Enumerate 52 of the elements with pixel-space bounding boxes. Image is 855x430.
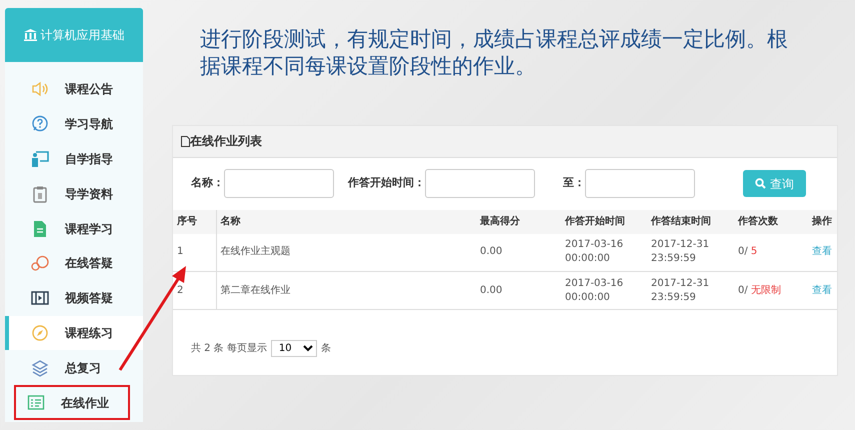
- column-header: 操作: [808, 210, 837, 234]
- page-size-select[interactable]: 10: [270, 340, 317, 358]
- table-cell: 在线作业主观题: [216, 234, 476, 272]
- compass-icon: [31, 324, 49, 342]
- checklist-icon: [27, 394, 45, 412]
- chalkboard-icon: [31, 150, 49, 168]
- sidebar-item[interactable]: 导学资料: [5, 176, 143, 212]
- slide-heading: 进行阶段测试，有规定时间，成绩占课程总评成绩一定比例。根据课程不同每课设置阶段性的作业。: [200, 26, 789, 80]
- question-bubble-icon: [31, 115, 49, 134]
- filter-label: 名称：: [191, 175, 224, 192]
- input-field[interactable]: [224, 169, 334, 198]
- course-title: 计算机应用基础: [40, 27, 124, 44]
- column-header: 最高得分: [476, 210, 561, 234]
- bank-icon: [24, 29, 36, 41]
- sidebar-item[interactable]: 自学指导: [5, 142, 143, 176]
- panel-title: 在线作业列表: [190, 133, 262, 150]
- sidebar-item[interactable]: 课程学习: [5, 211, 143, 246]
- pagination-unit: 条: [320, 342, 331, 356]
- search-icon: [755, 178, 766, 190]
- sidebar-item[interactable]: 总复习: [5, 350, 143, 386]
- sidebar-item[interactable]: 在线答疑: [5, 246, 143, 281]
- document-icon: [181, 136, 190, 147]
- table-cell: 2017-12-31 23:59:59: [647, 234, 734, 272]
- table-cell: 第二章在线作业: [216, 272, 476, 310]
- sidebar-item[interactable]: 在线作业: [14, 385, 130, 420]
- column-header: 序号: [173, 210, 216, 234]
- table-cell: 2017-03-16 00:00:00: [561, 272, 647, 310]
- table-cell: 0.00: [476, 234, 561, 272]
- input-field[interactable]: [585, 169, 695, 198]
- sidebar-item[interactable]: 课程练习: [5, 316, 143, 350]
- document-icon: [31, 220, 49, 238]
- layers-icon: [31, 358, 49, 377]
- pagination-text: 共 2 条 每页显示: [191, 342, 267, 356]
- sidebar-item[interactable]: 学习导航: [5, 106, 143, 142]
- table-cell: 2017-12-31 23:59:59: [647, 272, 734, 310]
- column-header: 作答次数: [734, 210, 808, 234]
- column-header: 作答开始时间: [561, 210, 647, 234]
- table-cell: 2017-03-16 00:00:00: [561, 234, 647, 272]
- filter-label: 作答开始时间：: [348, 175, 425, 192]
- sidebar-item[interactable]: 视频答疑: [5, 280, 143, 316]
- column-header: 名称: [216, 210, 476, 234]
- table-cell: 0.00: [476, 272, 561, 310]
- table-cell: 0/ 无限制: [734, 272, 808, 310]
- table-cell: 0/ 5: [734, 234, 808, 272]
- column-header: 作答结束时间: [647, 210, 734, 234]
- film-icon: [31, 289, 49, 308]
- chat-bubbles-icon: [31, 254, 49, 272]
- input-field[interactable]: [425, 169, 535, 198]
- speaker-icon: [31, 80, 49, 98]
- sidebar-item[interactable]: 课程公告: [5, 72, 143, 107]
- clipboard-icon: [31, 184, 49, 203]
- filter-label: 至：: [563, 175, 585, 192]
